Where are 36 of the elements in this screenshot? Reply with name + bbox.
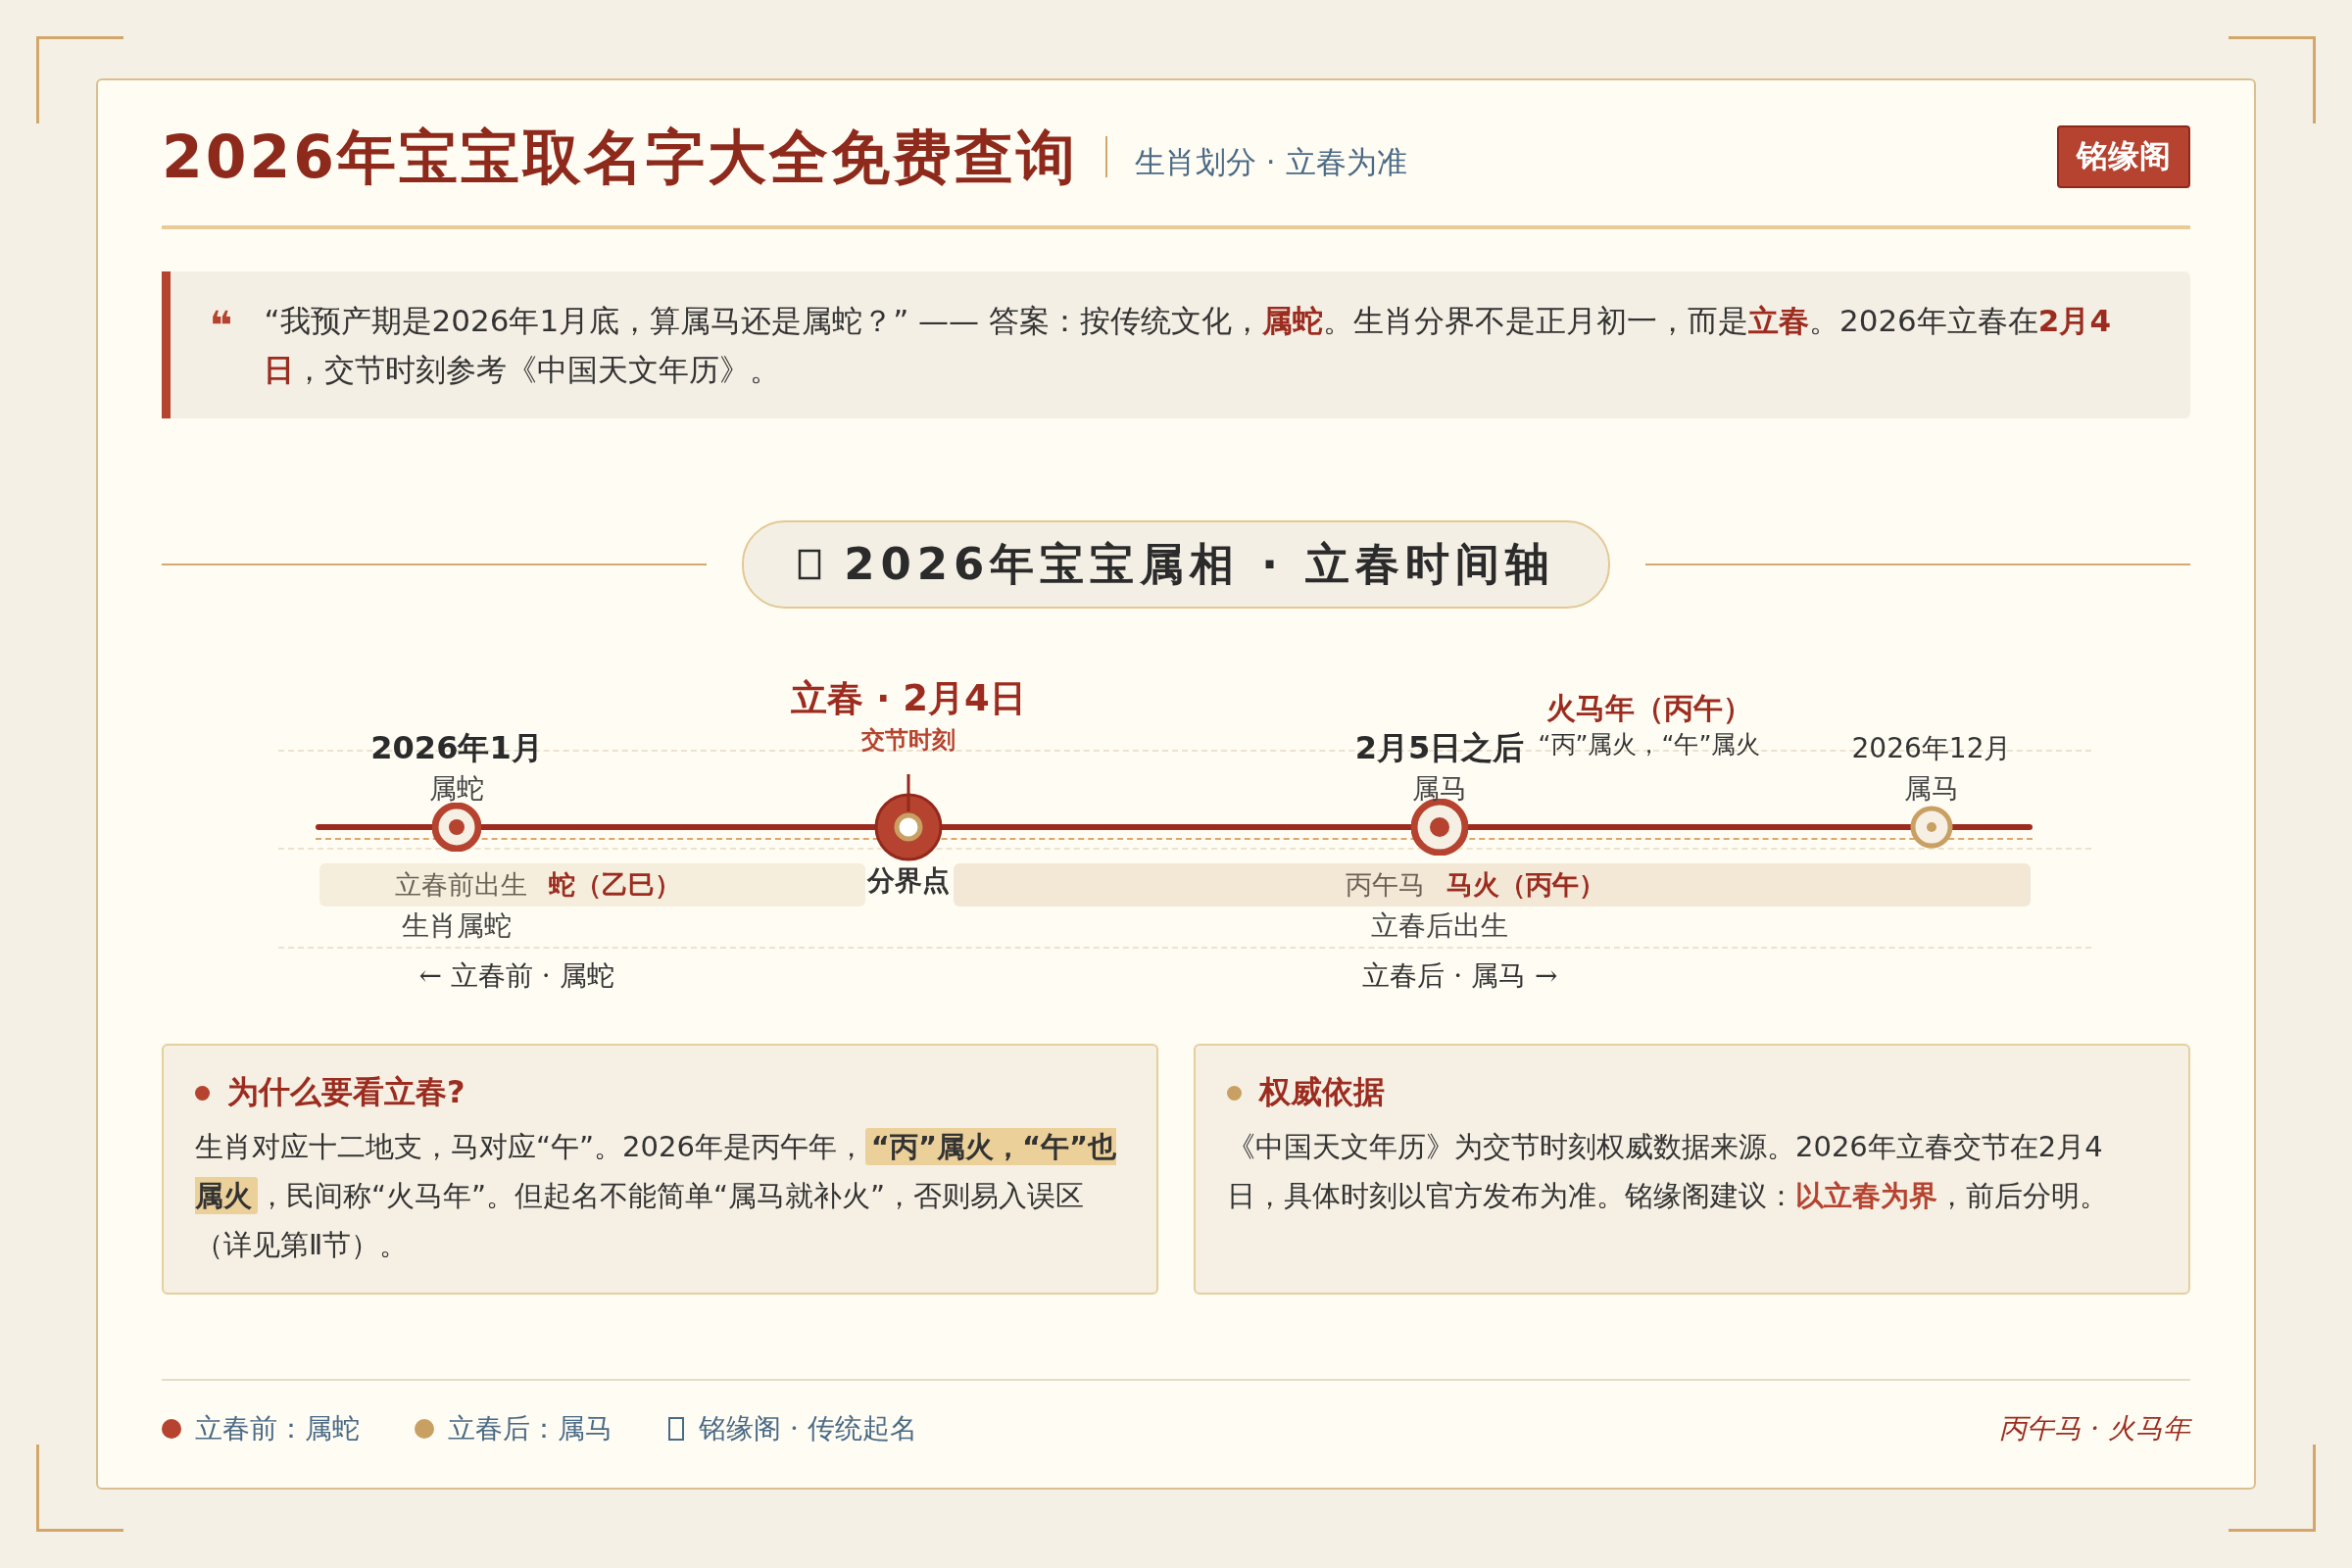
band-label: 立春前出生 [395, 868, 527, 902]
fire-horse-title: 火马年（丙午） [1546, 689, 1752, 727]
brand-badge: 铭缘阁 [2057, 125, 2190, 188]
zodiac-tag: 马火（丙午） [1446, 867, 1605, 903]
timeline-node [1910, 806, 1953, 849]
legend-label: 立春后：属马 [448, 1411, 612, 1446]
page-subtitle: 生肖划分 · 立春为准 [1135, 143, 1407, 181]
fire-horse-note: “丙”属火，“午”属火 [1538, 728, 1761, 760]
section-title-text: 2026年宝宝属相 · 立春时间轴 [844, 537, 1555, 592]
direction-label: ← 立春前 · 属蛇 [418, 958, 614, 994]
boundary-caption: 交节时刻 [861, 725, 956, 756]
quote-mark: ❝ [210, 302, 233, 350]
card-title: 权威依据 [1259, 1072, 1385, 1112]
page-title: 2026年宝宝取名字大全免费查询 [162, 122, 1078, 193]
box-icon [797, 548, 823, 581]
legend-label: 立春前：属蛇 [195, 1411, 360, 1446]
quote-text: “我预产期是2026年1月底，算属马还是属蛇？” —— 答案：按传统文化，属蛇。生肖分界不是正月初一，而是立春。2026年立春在2月4日，交节时刻参考《中国天文年历》。 [264, 302, 2112, 389]
timeline-node [432, 803, 481, 852]
node-date: 2月5日之后 [1354, 728, 1525, 768]
direction-label: 立春后 · 属马 → [1362, 958, 1558, 994]
zodiac-tag: 蛇（乙巳） [549, 867, 681, 903]
boundary-date: 立春 · 2月4日 [791, 676, 1026, 721]
legend-label: 铭缘阁 · 传统起名 [699, 1411, 917, 1446]
card-title: 为什么要看立春? [227, 1072, 466, 1112]
node-zodiac: 属马 [1412, 771, 1467, 807]
box-icon [667, 1416, 685, 1442]
band-label: 丙午马 [1346, 868, 1425, 902]
node-zodiac: 属马 [1904, 771, 1959, 807]
band-caption: 立春后出生 [1371, 908, 1508, 944]
node-date: 2026年1月 [370, 728, 543, 768]
node-zodiac: 属蛇 [429, 771, 484, 807]
boundary-label: 分界点 [867, 863, 950, 899]
band-caption: 生肖属蛇 [402, 908, 512, 944]
card-text: 《中国天文年历》为交节时刻权威数据来源。2026年立春交节在2月4日，具体时刻以官方发布为准。铭缘阁建议：以立春为界，前后分明。 [1227, 1129, 2109, 1214]
node-date: 2026年12月 [1851, 731, 2012, 766]
footer-tagline: 丙午马 · 火马年 [1999, 1411, 2190, 1446]
